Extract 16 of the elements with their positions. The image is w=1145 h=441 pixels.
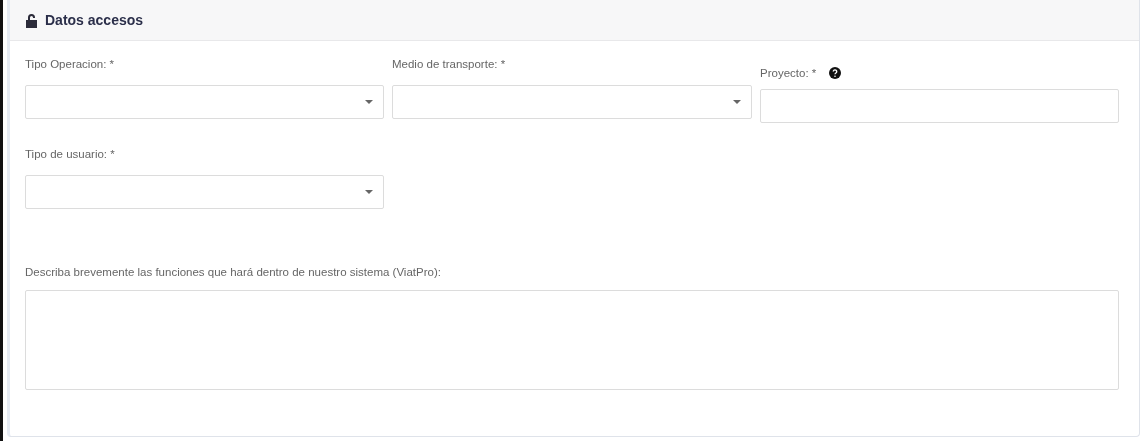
field-label: Tipo de usuario: *	[25, 148, 115, 160]
field-label: Proyecto: *	[760, 67, 817, 79]
field-label: Medio de transporte: *	[392, 58, 506, 70]
lock-icon	[25, 12, 38, 28]
select-field[interactable]	[25, 85, 384, 119]
caret-icon	[365, 190, 373, 194]
help-icon[interactable]	[829, 67, 842, 79]
select-field[interactable]	[25, 175, 384, 209]
field-label: Tipo Operacion: *	[25, 58, 115, 70]
text-area[interactable]	[25, 290, 1119, 390]
panel-title: Datos accesos	[45, 12, 144, 28]
field-label: Describa brevemente las funciones que hará dentro de nuestro sistema (ViatPro):	[25, 266, 442, 278]
input-field[interactable]	[760, 89, 1119, 123]
select-field[interactable]	[392, 85, 752, 119]
caret-icon	[733, 100, 741, 104]
caret-icon	[365, 100, 373, 104]
